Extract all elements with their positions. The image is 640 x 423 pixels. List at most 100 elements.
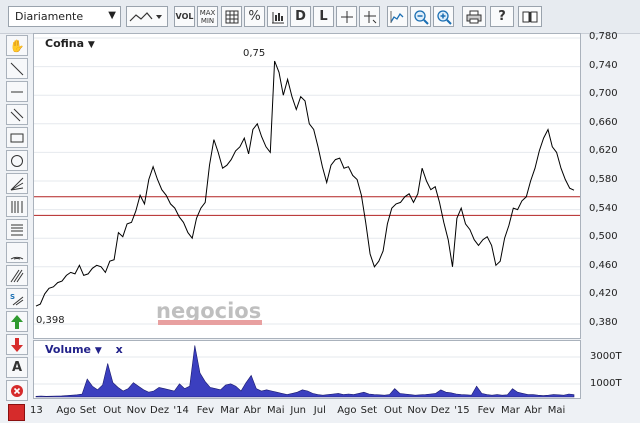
watermark-bar — [158, 320, 262, 325]
month-label: Abr — [243, 405, 261, 416]
grid-button[interactable] — [221, 6, 242, 27]
percent-button[interactable]: % — [244, 6, 265, 27]
text-button[interactable]: A — [6, 357, 28, 378]
speed-lines-button[interactable]: S — [6, 288, 28, 309]
daily-button[interactable]: D — [290, 6, 311, 27]
move-down-button[interactable] — [6, 334, 28, 355]
chevron-down-icon: ▼ — [108, 10, 116, 21]
price-tick-label: 0,700 — [589, 88, 618, 100]
month-label: Out — [384, 405, 403, 416]
max-value-label: 0,75 — [243, 48, 265, 59]
month-label: Set — [79, 405, 97, 416]
volume-grid — [34, 356, 580, 385]
volume-chart[interactable] — [34, 341, 580, 398]
bar-chart-icon — [271, 11, 284, 23]
price-tick-label: 0,460 — [589, 259, 618, 271]
month-label: Ago — [337, 405, 357, 416]
period-label: Diariamente — [15, 10, 84, 23]
retracement-button[interactable] — [6, 219, 28, 240]
month-label: Mai — [547, 405, 566, 416]
red-arrow-down-icon — [11, 337, 23, 352]
channel-button[interactable] — [6, 104, 28, 125]
toolbar: Diariamente ▼ VOL MAX MIN % D L ? — [0, 0, 640, 34]
red-marker-icon[interactable] — [8, 404, 25, 421]
vertical-lines-icon — [11, 200, 23, 213]
crosshair-measure-button[interactable] — [359, 6, 380, 27]
price-tick-label: 0,780 — [589, 31, 618, 42]
gann-button[interactable] — [6, 265, 28, 286]
horizontal-line-button[interactable] — [6, 81, 28, 102]
volume-tick-1000: 1000T — [590, 378, 622, 389]
crosshair-button[interactable] — [336, 6, 357, 27]
gann-lines-icon — [10, 269, 24, 282]
volume-toggle-button[interactable]: VOL — [174, 6, 195, 27]
circle-icon — [11, 154, 23, 167]
log-scale-button[interactable]: L — [313, 6, 334, 27]
zoom-in-button[interactable] — [433, 6, 454, 27]
green-arrow-up-icon — [11, 314, 23, 329]
max-label: MAX — [199, 8, 216, 17]
horizontal-line-icon — [11, 91, 23, 92]
month-label: 13 — [30, 405, 43, 416]
candlestick-button[interactable] — [267, 6, 288, 27]
help-button[interactable]: ? — [490, 6, 514, 27]
percent-label: % — [248, 9, 261, 24]
diagonal-line-icon — [10, 62, 24, 75]
fibonacci-button[interactable] — [6, 196, 28, 217]
month-label: Dez — [150, 405, 170, 416]
month-label: Nov — [126, 405, 147, 416]
print-button[interactable] — [462, 6, 486, 27]
drawing-toolbar: ✋ S A — [4, 33, 29, 423]
zoom-fit-button[interactable] — [387, 6, 408, 27]
month-label: Jun — [290, 405, 307, 416]
maxmin-button[interactable]: MAX MIN — [197, 6, 218, 27]
rectangle-icon — [10, 133, 24, 142]
text-icon: A — [11, 360, 23, 375]
volume-panel: Volume ▼ x — [33, 340, 581, 399]
vol-label: VOL — [175, 12, 194, 21]
month-label: Dez — [430, 405, 450, 416]
delete-button[interactable] — [6, 380, 28, 401]
line-chart-icon — [129, 11, 162, 21]
move-up-button[interactable] — [6, 311, 28, 332]
printer-icon — [466, 10, 482, 23]
price-tick-label: 0,740 — [589, 59, 618, 71]
price-chart-panel: Cofina ▼ negocios 0,75 0,398 — [33, 33, 581, 339]
price-chart[interactable]: negocios 0,75 0,398 — [34, 34, 580, 338]
trendline-button[interactable] — [6, 58, 28, 79]
period-select[interactable]: Diariamente ▼ — [8, 6, 121, 27]
crosshair-plus-icon — [363, 10, 376, 23]
month-label: '15 — [454, 405, 470, 416]
price-tick-label: 0,540 — [589, 202, 618, 214]
month-label: Fev — [196, 405, 215, 416]
svg-text:S: S — [10, 293, 15, 301]
price-tick-label: 0,380 — [589, 317, 618, 328]
month-label: '14 — [173, 405, 189, 416]
l-label: L — [319, 9, 328, 24]
price-tick-label: 0,580 — [589, 174, 618, 185]
price-series-line — [35, 60, 575, 307]
chart-type-button[interactable] — [126, 6, 168, 27]
book-button[interactable] — [518, 6, 542, 27]
month-label: Mar — [501, 405, 520, 416]
month-label: Nov — [407, 405, 427, 416]
min-label: MIN — [200, 16, 215, 25]
arc-button[interactable] — [6, 242, 28, 263]
month-label: Out — [103, 405, 122, 416]
crosshair-icon — [340, 10, 353, 23]
month-label: Mar — [220, 405, 240, 416]
speed-lines-icon: S — [10, 293, 24, 305]
zoom-in-icon — [436, 9, 452, 25]
volume-area — [35, 345, 575, 398]
pan-button[interactable]: ✋ — [6, 35, 28, 56]
zoom-out-button[interactable] — [410, 6, 431, 27]
help-label: ? — [498, 9, 506, 24]
grid-icon — [225, 10, 238, 23]
month-label: Jul — [313, 405, 326, 416]
d-label: D — [295, 9, 306, 24]
ellipse-button[interactable] — [6, 150, 28, 171]
rectangle-button[interactable] — [6, 127, 28, 148]
fan-button[interactable] — [6, 173, 28, 194]
price-grid — [34, 37, 580, 325]
price-tick-label: 0,420 — [589, 288, 618, 300]
